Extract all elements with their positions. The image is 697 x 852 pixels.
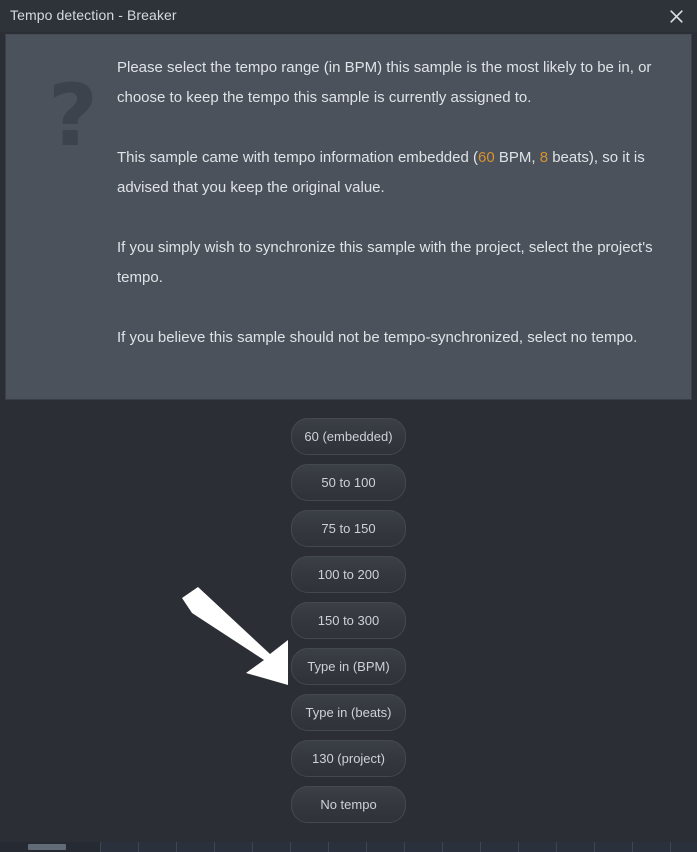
background-timeline-ruler <box>100 842 697 852</box>
embedded-bpm-value: 60 <box>478 149 495 166</box>
tempo-choice-150-300[interactable]: 150 to 300 <box>291 602 406 639</box>
paragraph-text: BPM, <box>494 149 540 166</box>
tempo-choice-no-tempo[interactable]: No tempo <box>291 786 406 823</box>
tempo-choice-75-150[interactable]: 75 to 150 <box>291 510 406 547</box>
paragraph-text: This sample came with tempo information … <box>117 149 478 166</box>
tempo-detection-dialog: Tempo detection - Breaker ? Please selec… <box>0 0 697 852</box>
window-title: Tempo detection - Breaker <box>10 7 177 23</box>
message-paragraph-3: If you simply wish to synchronize this s… <box>117 233 677 293</box>
paragraph-text: Please select the tempo range (in BPM) t… <box>117 59 652 106</box>
message-paragraph-1: Please select the tempo range (in BPM) t… <box>117 53 677 113</box>
window-titlebar: Tempo detection - Breaker <box>0 0 697 32</box>
message-text: Please select the tempo range (in BPM) t… <box>117 53 677 353</box>
message-paragraph-4: If you believe this sample should not be… <box>117 323 677 353</box>
paragraph-text: If you believe this sample should not be… <box>117 329 638 346</box>
close-icon <box>669 9 683 23</box>
tempo-choice-100-200[interactable]: 100 to 200 <box>291 556 406 593</box>
background-app-strip <box>0 842 697 852</box>
close-button[interactable] <box>655 0 697 32</box>
message-panel: ? Please select the tempo range (in BPM)… <box>5 34 692 400</box>
tempo-choice-list: 60 (embedded) 50 to 100 75 to 150 100 to… <box>0 418 697 823</box>
tempo-choice-type-beats[interactable]: Type in (beats) <box>291 694 406 731</box>
tempo-choice-embedded[interactable]: 60 (embedded) <box>291 418 406 455</box>
tempo-choice-50-100[interactable]: 50 to 100 <box>291 464 406 501</box>
paragraph-text: If you simply wish to synchronize this s… <box>117 239 653 286</box>
question-mark-icon: ? <box>48 66 98 166</box>
message-paragraph-2: This sample came with tempo information … <box>117 143 677 203</box>
tempo-choice-type-bpm[interactable]: Type in (BPM) <box>291 648 406 685</box>
embedded-beats-value: 8 <box>539 149 549 166</box>
tempo-choice-project[interactable]: 130 (project) <box>291 740 406 777</box>
background-audio-clip <box>28 844 66 850</box>
